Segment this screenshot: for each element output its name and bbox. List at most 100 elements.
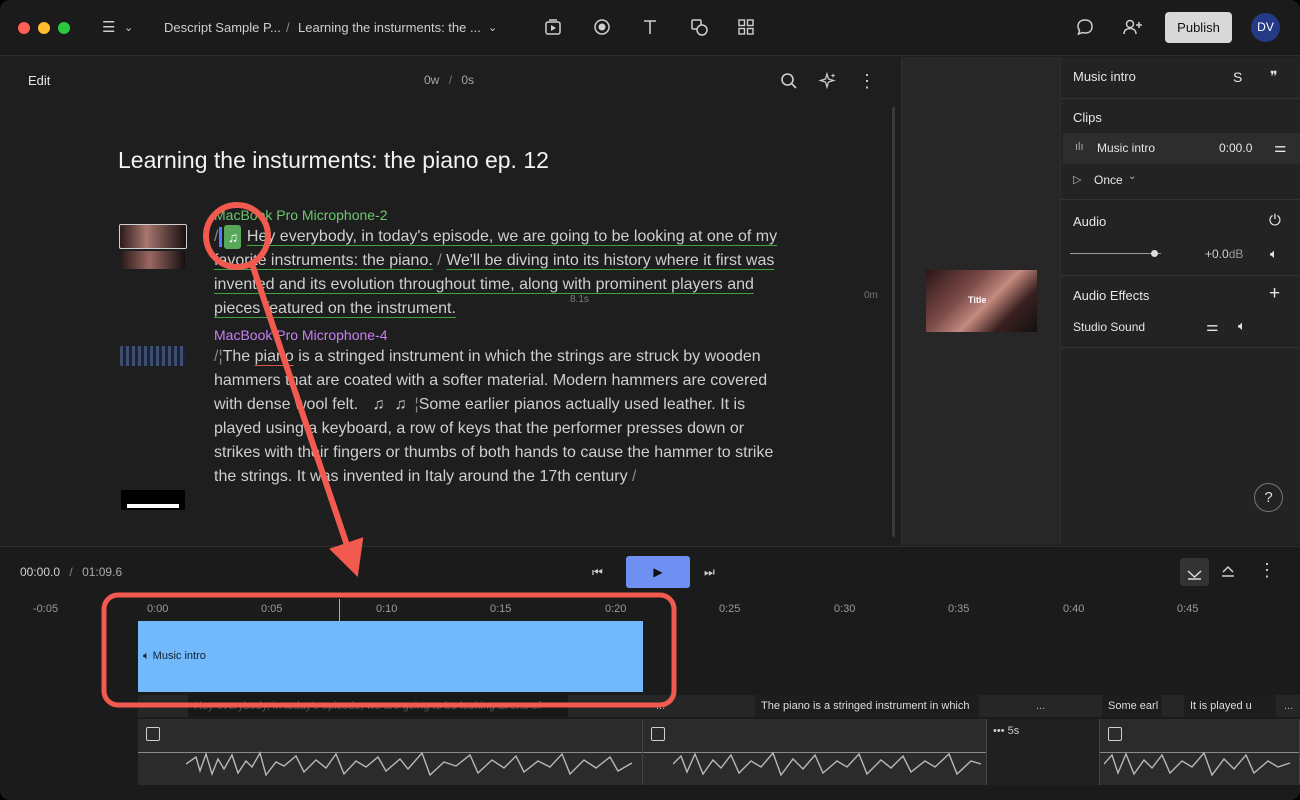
snap-icon (1187, 570, 1202, 580)
shapes-icon[interactable] (689, 17, 709, 42)
add-effect-icon[interactable]: + (1269, 283, 1280, 305)
script-segment[interactable]: Some earl (1102, 695, 1162, 717)
scene-icon[interactable] (543, 17, 563, 42)
speaker-icon[interactable]: 🔈︎ (1270, 246, 1278, 262)
skip-back-icon[interactable]: ⏮︎ (592, 562, 603, 582)
loop-select[interactable]: Once (1094, 173, 1123, 187)
audio-effects-heading: Audio Effects (1073, 288, 1150, 303)
audio-clip[interactable] (643, 719, 987, 785)
ruler-tick: 0:40 (1063, 603, 1085, 615)
document-title[interactable]: Learning the insturments: the piano ep. … (118, 147, 549, 174)
ruler-tick: 0:10 (376, 603, 398, 615)
divider (1061, 98, 1300, 99)
power-icon[interactable]: ⏻ (1269, 212, 1281, 229)
add-collaborator-icon[interactable] (1122, 17, 1144, 42)
music-note-icon: ♫ (394, 396, 407, 413)
waveform-icon: ılı (1075, 141, 1084, 153)
volume-slider-handle[interactable] (1151, 250, 1158, 257)
transcript-paragraph[interactable]: / ♫ Hey everybody, in today's episode, we… (214, 225, 794, 321)
publish-button[interactable]: Publish (1165, 12, 1232, 43)
zoom-window-button[interactable] (58, 22, 70, 34)
gap-clip[interactable]: ••• 5s (987, 719, 1100, 785)
script-segment[interactable]: ... (1278, 695, 1298, 717)
speaker-label[interactable]: MacBook Pro Microphone-2 (214, 207, 388, 223)
scene-thumbnail[interactable] (121, 490, 185, 510)
breadcrumb-document[interactable]: Learning the insturments: the ... (298, 20, 481, 35)
grid-icon[interactable] (736, 17, 756, 42)
breadcrumb-chevron-icon[interactable]: ⌄ (488, 18, 497, 38)
effect-settings-icon[interactable]: ⚌ (1206, 318, 1219, 335)
playhead-marker[interactable] (339, 599, 340, 621)
ruler-tick: -0:05 (33, 603, 59, 615)
more-options-icon[interactable]: ⋮ (1258, 560, 1276, 580)
edit-mode-label[interactable]: Edit (28, 73, 50, 88)
collapse-tracks-icon[interactable] (1218, 562, 1238, 587)
clips-heading: Clips (1073, 110, 1102, 125)
ruler-tick: 0:45 (1177, 603, 1199, 615)
ruler-tick: 0:00 (147, 603, 169, 615)
volume-slider[interactable] (1070, 253, 1161, 254)
play-icon: ▶ (653, 565, 663, 579)
title-bar: ☰ ⌄ Descript Sample P... / Learning the … (0, 0, 1300, 56)
gap-clip-label: ••• 5s (993, 725, 1020, 737)
ruler-tick: 0:15 (490, 603, 512, 615)
speaker-icon[interactable]: 🔈︎ (1238, 318, 1246, 334)
script-segment[interactable]: ... (650, 695, 666, 717)
clip-layers-icon (146, 727, 160, 741)
transcript-paragraph[interactable]: /¦The piano is a stringed instrument in … (214, 345, 794, 489)
volume-value: +0.0dB (1205, 247, 1244, 261)
app-menu-icon[interactable]: ☰ (102, 18, 115, 38)
minimize-window-button[interactable] (38, 22, 50, 34)
ruler-tick: 0:05 (261, 603, 283, 615)
scene-thumbnail[interactable] (119, 224, 187, 249)
help-button[interactable]: ? (1254, 483, 1283, 512)
waveform (186, 751, 633, 777)
timeline: 00:00.0 / 01:09.6 ⏮︎ ▶ ⏭︎ ⋮ -0:05 0:00 0… (0, 546, 1300, 800)
preview-title-text: Title (968, 295, 987, 305)
breadcrumb-project[interactable]: Descript Sample P... (164, 20, 281, 35)
chevron-down-icon[interactable]: ⌄ (1128, 171, 1136, 182)
close-window-button[interactable] (18, 22, 30, 34)
audio-clip[interactable] (1100, 719, 1300, 785)
chevron-down-icon[interactable]: ⌄ (124, 18, 133, 38)
speaker-icon: 🔈︎ (143, 650, 150, 662)
music-clip-label: 🔈︎ Music intro (143, 650, 206, 662)
quote-icon[interactable]: ❞ (1270, 68, 1278, 85)
word-count-readout: 0w / 0s (424, 73, 475, 87)
divider (1061, 347, 1300, 348)
scene-thumbnail[interactable] (120, 346, 185, 366)
sparkle-icon[interactable] (818, 71, 838, 96)
comment-icon[interactable] (1075, 17, 1095, 42)
divider (1061, 199, 1300, 200)
scene-thumbnail[interactable] (121, 251, 185, 269)
audio-clip[interactable] (138, 719, 643, 785)
breadcrumb-separator: / (286, 20, 290, 35)
clip-row[interactable]: ılı Music intro 0:00.0 ⚌ (1063, 133, 1300, 164)
script-segment[interactable]: Hey everybody, in today's episode, we ar… (188, 695, 568, 717)
speaker-label[interactable]: MacBook Pro Microphone-4 (214, 327, 388, 343)
music-note-icon: ♫ (372, 396, 385, 413)
editor-scrollbar[interactable] (892, 107, 895, 537)
script-segment[interactable]: The piano is a stringed instrument in wh… (755, 695, 979, 717)
text-cursor (219, 227, 223, 247)
record-icon[interactable] (592, 17, 612, 42)
speaker-s-button[interactable]: S (1233, 69, 1242, 85)
ruler-tick: 0:20 (605, 603, 627, 615)
text-icon[interactable] (640, 17, 660, 42)
play-button[interactable]: ▶ (626, 556, 690, 588)
clip-settings-icon[interactable]: ⚌ (1274, 139, 1287, 156)
script-segment[interactable]: It is played u (1184, 695, 1276, 717)
timecode-readout: 00:00.0 / 01:09.6 (20, 565, 123, 579)
music-clip[interactable] (138, 621, 643, 692)
avatar[interactable]: DV (1251, 13, 1280, 42)
waveform (673, 751, 982, 777)
music-marker-icon[interactable]: ♫ (224, 225, 242, 249)
ellipsis-icon: ••• (993, 725, 1005, 737)
more-options-icon[interactable]: ⋮ (858, 71, 876, 91)
snap-toggle-button[interactable] (1180, 558, 1209, 586)
clip-layers-icon (651, 727, 665, 741)
preview-frame[interactable]: Title (926, 270, 1037, 332)
skip-forward-icon[interactable]: ⏭︎ (704, 562, 715, 582)
script-segment[interactable]: ... (1030, 695, 1050, 717)
search-icon[interactable] (779, 71, 799, 96)
